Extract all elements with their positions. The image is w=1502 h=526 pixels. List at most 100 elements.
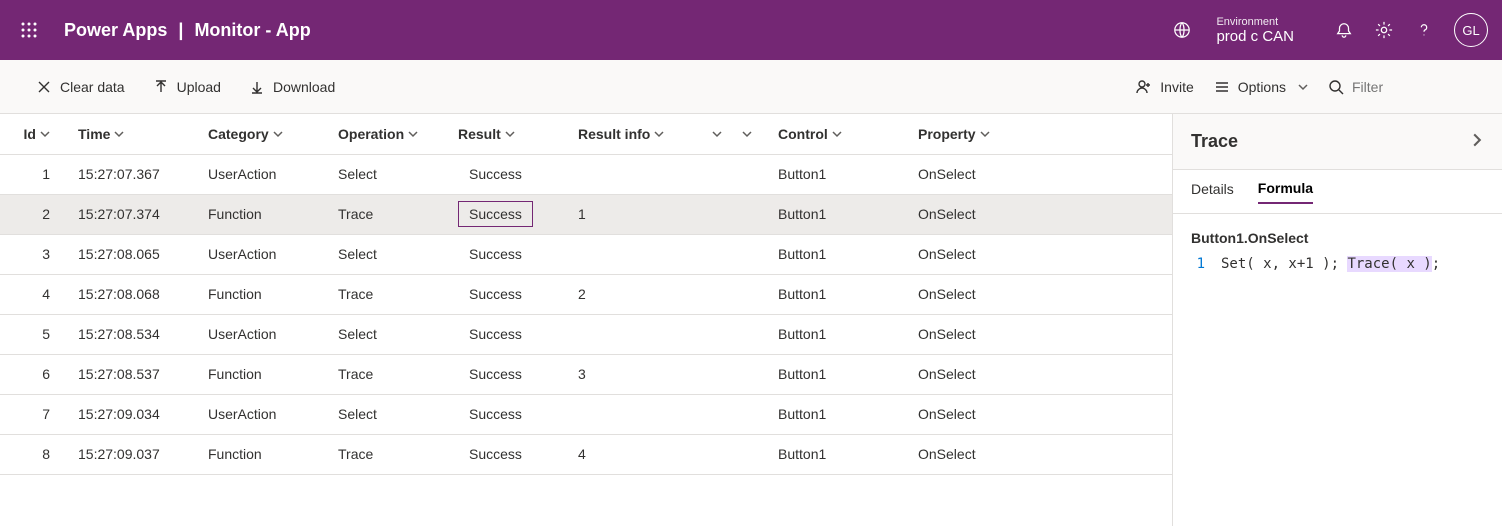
clear-data-button[interactable]: Clear data xyxy=(36,79,125,95)
chevron-down-icon xyxy=(40,126,50,142)
help-button[interactable] xyxy=(1404,10,1444,50)
cell-control: Button1 xyxy=(770,314,910,354)
cell-operation: Select xyxy=(330,234,450,274)
grid-header-row: Id Time Category Operation Result Result… xyxy=(0,114,1172,154)
table-row[interactable]: 215:27:07.374FunctionTraceSuccess1Button… xyxy=(0,194,1172,234)
cell-property: OnSelect xyxy=(910,434,1172,474)
table-row[interactable]: 715:27:09.034UserActionSelectSuccessButt… xyxy=(0,394,1172,434)
col-property[interactable]: Property xyxy=(910,114,1172,154)
invite-button[interactable]: Invite xyxy=(1136,79,1193,95)
table-row[interactable]: 515:27:08.534UserActionSelectSuccessButt… xyxy=(0,314,1172,354)
table-row[interactable]: 315:27:08.065UserActionSelectSuccessButt… xyxy=(0,234,1172,274)
clear-label: Clear data xyxy=(60,79,125,95)
cell-control: Button1 xyxy=(770,434,910,474)
cell-blank-1 xyxy=(700,314,730,354)
col-operation[interactable]: Operation xyxy=(330,114,450,154)
table-row[interactable]: 615:27:08.537FunctionTraceSuccess3Button… xyxy=(0,354,1172,394)
cell-blank-1 xyxy=(700,434,730,474)
chevron-down-icon xyxy=(654,126,664,142)
cell-result: Success xyxy=(450,314,570,354)
chevron-down-icon xyxy=(712,126,722,142)
trace-panel: Trace Details Formula Button1.OnSelect 1… xyxy=(1172,114,1502,526)
page-title: Monitor - App xyxy=(194,20,310,40)
gear-icon xyxy=(1375,21,1393,39)
cell-property: OnSelect xyxy=(910,354,1172,394)
cell-blank-2 xyxy=(730,434,770,474)
col-time[interactable]: Time xyxy=(70,114,200,154)
cell-blank-1 xyxy=(700,234,730,274)
code-highlight: Trace( x ) xyxy=(1347,256,1431,272)
cell-category: Function xyxy=(200,274,330,314)
bell-icon xyxy=(1335,21,1353,39)
cell-time: 15:27:08.537 xyxy=(70,354,200,394)
cell-control: Button1 xyxy=(770,394,910,434)
panel-header: Trace xyxy=(1173,114,1502,170)
download-button[interactable]: Download xyxy=(249,79,335,95)
col-result[interactable]: Result xyxy=(450,114,570,154)
main-content: Id Time Category Operation Result Result… xyxy=(0,114,1502,526)
cell-time: 15:27:07.374 xyxy=(70,194,200,234)
chevron-right-icon[interactable] xyxy=(1470,133,1484,150)
cell-id: 4 xyxy=(0,274,70,314)
settings-button[interactable] xyxy=(1364,10,1404,50)
cell-operation: Trace xyxy=(330,354,450,394)
environment-picker[interactable]: Environment prod c CAN xyxy=(1162,10,1294,50)
upload-label: Upload xyxy=(177,79,221,95)
cell-result: Success xyxy=(450,274,570,314)
cell-property: OnSelect xyxy=(910,154,1172,194)
tab-formula[interactable]: Formula xyxy=(1258,180,1313,204)
cell-control: Button1 xyxy=(770,154,910,194)
environment-value: prod c CAN xyxy=(1216,28,1294,45)
filter-field[interactable] xyxy=(1328,79,1472,95)
line-number: 1 xyxy=(1191,256,1205,272)
notifications-button[interactable] xyxy=(1324,10,1364,50)
cell-time: 15:27:08.068 xyxy=(70,274,200,314)
cell-category: Function xyxy=(200,434,330,474)
options-button[interactable]: Options xyxy=(1214,79,1308,95)
col-result-info[interactable]: Result info xyxy=(570,114,700,154)
table-row[interactable]: 815:27:09.037FunctionTraceSuccess4Button… xyxy=(0,434,1172,474)
cell-time: 15:27:08.065 xyxy=(70,234,200,274)
cell-result: Success xyxy=(450,194,570,234)
cell-blank-2 xyxy=(730,154,770,194)
cell-result: Success xyxy=(450,234,570,274)
cell-operation: Select xyxy=(330,394,450,434)
user-avatar[interactable]: GL xyxy=(1454,13,1488,47)
col-control[interactable]: Control xyxy=(770,114,910,154)
cell-blank-1 xyxy=(700,274,730,314)
cell-id: 7 xyxy=(0,394,70,434)
cell-id: 2 xyxy=(0,194,70,234)
invite-label: Invite xyxy=(1160,79,1193,95)
help-icon xyxy=(1415,21,1433,39)
cell-property: OnSelect xyxy=(910,394,1172,434)
chevron-down-icon xyxy=(742,126,752,142)
cell-blank-1 xyxy=(700,194,730,234)
filter-input[interactable] xyxy=(1352,79,1472,95)
upload-button[interactable]: Upload xyxy=(153,79,221,95)
chevron-down-icon xyxy=(114,126,124,142)
cell-blank-2 xyxy=(730,314,770,354)
cell-blank-2 xyxy=(730,354,770,394)
cell-category: UserAction xyxy=(200,314,330,354)
tab-details[interactable]: Details xyxy=(1191,181,1234,203)
cell-result-info: 4 xyxy=(570,434,700,474)
cell-result: Success xyxy=(450,434,570,474)
col-blank-1[interactable] xyxy=(700,114,730,154)
cell-operation: Select xyxy=(330,154,450,194)
options-icon xyxy=(1214,79,1230,95)
col-category[interactable]: Category xyxy=(200,114,330,154)
panel-title: Trace xyxy=(1191,131,1238,152)
cell-result-info: 2 xyxy=(570,274,700,314)
app-launcher-button[interactable] xyxy=(14,15,44,45)
table-row[interactable]: 415:27:08.068FunctionTraceSuccess2Button… xyxy=(0,274,1172,314)
table-row[interactable]: 115:27:07.367UserActionSelectSuccessButt… xyxy=(0,154,1172,194)
col-blank-2[interactable] xyxy=(730,114,770,154)
search-icon xyxy=(1328,79,1344,95)
cell-control: Button1 xyxy=(770,274,910,314)
code-content: Set( x, x+1 ); Trace( x ); xyxy=(1221,256,1440,272)
cell-result-info xyxy=(570,154,700,194)
code-line: 1 Set( x, x+1 ); Trace( x ); xyxy=(1191,256,1484,272)
col-id[interactable]: Id xyxy=(0,114,70,154)
chevron-down-icon xyxy=(273,126,283,142)
cell-category: UserAction xyxy=(200,394,330,434)
